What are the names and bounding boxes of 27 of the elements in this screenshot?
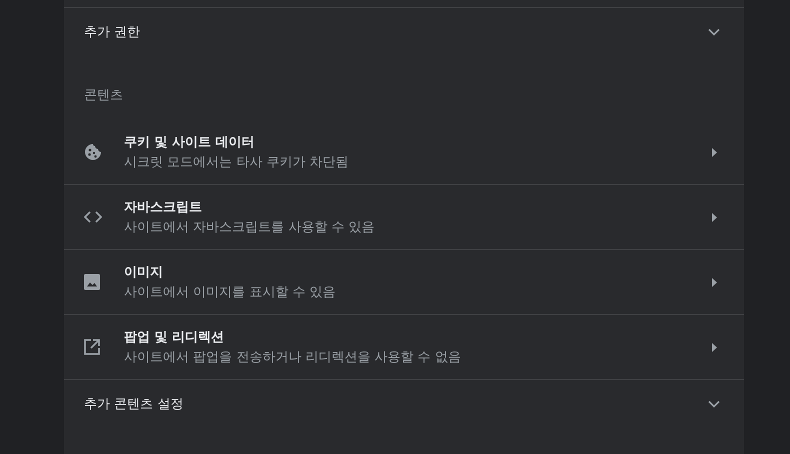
row-label: 추가 권한 <box>84 24 142 41</box>
item-title: 이미지 <box>124 264 164 281</box>
settings-item[interactable]: 자바스크립트 사이트에서 자바스크립트를 사용할 수 있음 <box>64 184 744 249</box>
chevron-down-icon <box>708 400 720 408</box>
item-subtitle: 사이트에서 이미지를 표시할 수 있음 <box>124 284 337 301</box>
arrow-right-icon <box>712 278 717 286</box>
open-in-new-icon <box>84 339 100 355</box>
arrow-right-icon <box>712 212 717 222</box>
section-title: 콘텐츠 <box>83 87 124 105</box>
item-title: 자바스크립트 <box>124 199 203 216</box>
item-title: 쿠키 및 사이트 데이터 <box>124 134 256 151</box>
expand-row[interactable]: 추가 콘텐츠 설정 <box>64 379 744 428</box>
settings-item[interactable]: 쿠키 및 사이트 데이터 시크릿 모드에서는 타사 쿠키가 차단됨 <box>64 120 744 184</box>
settings-item[interactable]: 팝업 및 리디렉션 사이트에서 팝업을 전송하거나 리디렉션을 사용할 수 없음 <box>64 314 744 379</box>
chevron-down-icon <box>708 28 720 36</box>
item-subtitle: 사이트에서 자바스크립트를 사용할 수 있음 <box>124 219 376 236</box>
settings-item[interactable]: 이미지 사이트에서 이미지를 표시할 수 있음 <box>64 249 744 314</box>
image-icon <box>84 274 100 290</box>
arrow-right-icon <box>712 342 717 352</box>
item-subtitle: 시크릿 모드에서는 타사 쿠키가 차단됨 <box>124 154 350 171</box>
cookie-icon <box>84 143 102 161</box>
expand-row[interactable]: 추가 권한 <box>64 7 744 56</box>
arrow-right-icon <box>712 148 717 156</box>
row-label: 추가 콘텐츠 설정 <box>84 396 184 413</box>
code-icon <box>84 211 102 223</box>
item-subtitle: 사이트에서 팝업을 전송하거나 리디렉션을 사용할 수 없음 <box>124 349 462 366</box>
item-title: 팝업 및 리디렉션 <box>124 329 226 346</box>
